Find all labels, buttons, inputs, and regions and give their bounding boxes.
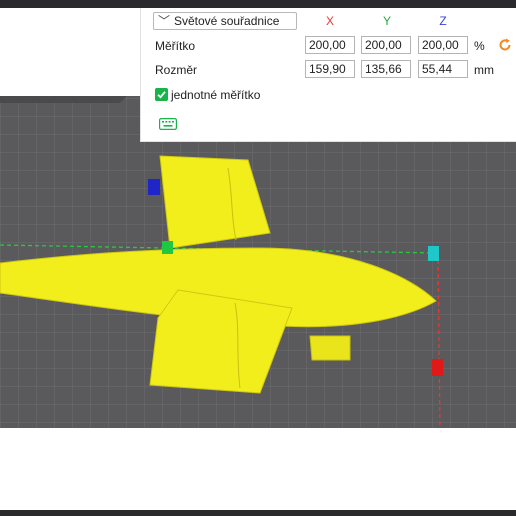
axis-z-header: Z [439, 14, 447, 28]
size-label: Rozměr [155, 63, 198, 77]
z-axis-handle[interactable] [148, 179, 160, 195]
window-bottom-bar [0, 510, 516, 516]
coordinate-system-label: Světové souřadnice [174, 14, 280, 28]
scale-y-input[interactable] [361, 36, 411, 54]
size-x-input[interactable] [305, 60, 355, 78]
reset-icon[interactable] [497, 37, 513, 53]
coordinate-system-dropdown[interactable]: ﹀ Světové souřadnice [153, 12, 297, 30]
y-axis-handle[interactable] [162, 241, 173, 254]
uniform-scale-label: jednotné měřítko [171, 88, 261, 102]
scale-unit: % [474, 39, 485, 53]
size-unit: mm [474, 63, 494, 77]
scale-panel: ﹀ Světové souřadnice X Y Z Měřítko % Roz… [140, 8, 516, 142]
window-top-bar [0, 0, 516, 8]
scale-x-input[interactable] [305, 36, 355, 54]
uniform-scale-checkbox[interactable] [155, 88, 168, 101]
viewport-background [0, 8, 140, 96]
size-y-input[interactable] [361, 60, 411, 78]
keyboard-icon[interactable] [159, 118, 177, 130]
x-axis-handle[interactable] [432, 359, 443, 376]
axis-x-header: X [325, 14, 334, 28]
size-z-input[interactable] [418, 60, 468, 78]
x-axis-scale-handle[interactable] [428, 246, 439, 261]
scale-label: Měřítko [155, 39, 196, 53]
scale-z-input[interactable] [418, 36, 468, 54]
axis-y-header: Y [382, 14, 391, 28]
chevron-down-icon: ﹀ [158, 14, 171, 28]
